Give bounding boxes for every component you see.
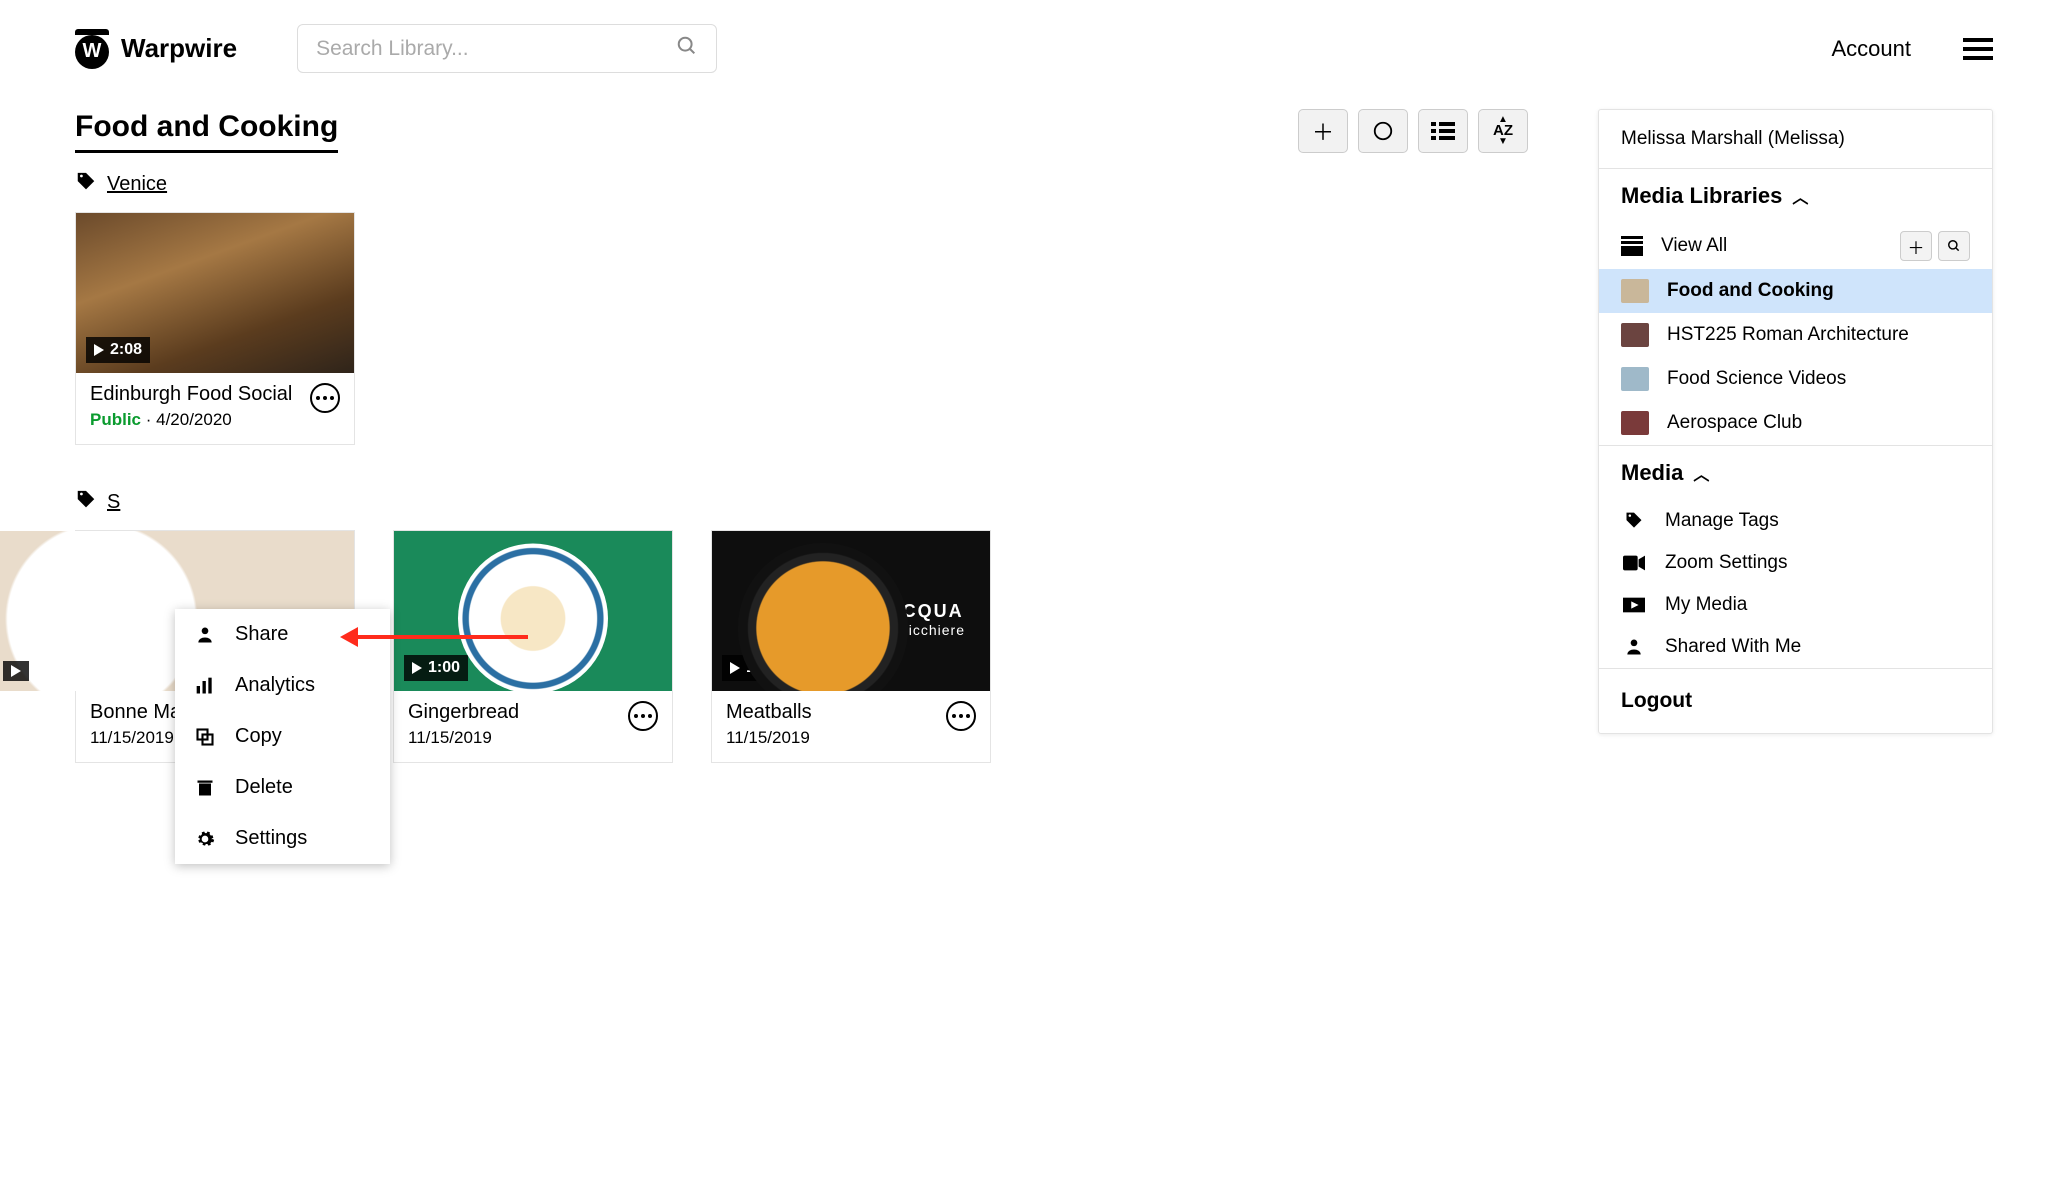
library-title[interactable]: Food and Cooking bbox=[75, 110, 338, 153]
brand-name: Warpwire bbox=[121, 33, 237, 64]
view-list-button[interactable] bbox=[1418, 109, 1468, 153]
menu-item-delete[interactable]: Delete bbox=[175, 762, 390, 813]
add-button[interactable]: ＋ bbox=[1298, 109, 1348, 153]
search-box[interactable] bbox=[297, 24, 717, 73]
media-item-my-media[interactable]: My Media bbox=[1599, 584, 1992, 626]
stack-icon bbox=[1621, 236, 1643, 256]
media-thumbnail[interactable]: ACQUA 1 bicchiere 1:00 bbox=[712, 531, 990, 691]
media-title: Edinburgh Food Social bbox=[90, 383, 292, 406]
play-icon bbox=[11, 665, 21, 677]
library-thumb bbox=[1621, 323, 1649, 347]
duration-badge: 1:00 bbox=[722, 655, 786, 681]
library-thumb bbox=[1621, 279, 1649, 303]
library-item-food-science[interactable]: Food Science Videos bbox=[1599, 357, 1992, 401]
annotation-arrow bbox=[340, 627, 528, 647]
library-toolbar: ＋ ▲ AZ ▼ bbox=[1298, 109, 1528, 153]
tag-venice[interactable]: Venice bbox=[107, 173, 167, 196]
app-header: W Warpwire Account bbox=[0, 0, 2048, 83]
account-panel: Melissa Marshall (Melissa) Media Librari… bbox=[1598, 109, 1993, 734]
thumb-overlay: ACQUA 1 bicchiere bbox=[886, 601, 965, 638]
media-item-zoom[interactable]: Zoom Settings bbox=[1599, 542, 1992, 584]
duration-badge bbox=[3, 661, 29, 681]
logo-icon: W bbox=[75, 29, 109, 69]
media-meta: Public · 4/20/2020 bbox=[90, 410, 292, 430]
analytics-icon bbox=[193, 676, 217, 696]
chevron-up-icon: ︿ bbox=[1693, 461, 1709, 485]
library-thumb bbox=[1621, 367, 1649, 391]
media-thumbnail[interactable]: 1:00 bbox=[394, 531, 672, 691]
media-card[interactable]: ACQUA 1 bicchiere 1:00 Meatballs 11/15/2… bbox=[711, 530, 991, 763]
tag-row: Venice bbox=[75, 171, 1528, 198]
duration-badge: 1:00 bbox=[404, 655, 468, 681]
media-header[interactable]: Media ︿ bbox=[1599, 446, 1992, 500]
tag-icon bbox=[75, 489, 97, 516]
media-item-manage-tags[interactable]: Manage Tags bbox=[1599, 500, 1992, 542]
current-user: Melissa Marshall (Melissa) bbox=[1599, 110, 1992, 168]
play-icon bbox=[730, 662, 740, 674]
view-all-link[interactable]: View All bbox=[1661, 235, 1727, 257]
tag-row: S bbox=[75, 489, 1528, 516]
record-button[interactable] bbox=[1358, 109, 1408, 153]
more-button[interactable] bbox=[628, 701, 658, 731]
media-item-shared[interactable]: Shared With Me bbox=[1599, 626, 1992, 668]
play-icon bbox=[1621, 597, 1647, 613]
media-title: Gingerbread bbox=[408, 701, 519, 724]
add-library-button[interactable]: ＋ bbox=[1900, 231, 1932, 261]
gear-icon bbox=[193, 829, 217, 849]
more-button[interactable] bbox=[946, 701, 976, 731]
media-card[interactable]: 2:08 Edinburgh Food Social Public · 4/20… bbox=[75, 212, 355, 445]
tag-partial[interactable]: S bbox=[107, 491, 120, 514]
tag-icon bbox=[75, 171, 97, 198]
search-icon[interactable] bbox=[676, 35, 698, 62]
library-item-hst225[interactable]: HST225 Roman Architecture bbox=[1599, 313, 1992, 357]
libraries-header[interactable]: Media Libraries ︿ bbox=[1599, 169, 1992, 223]
play-icon bbox=[412, 662, 422, 674]
menu-item-analytics[interactable]: Analytics bbox=[175, 660, 390, 711]
library-item-food-cooking[interactable]: Food and Cooking bbox=[1599, 269, 1992, 313]
duration-badge: 2:08 bbox=[86, 337, 150, 363]
media-title: Meatballs bbox=[726, 701, 812, 724]
person-icon bbox=[193, 625, 217, 645]
copy-icon bbox=[193, 727, 217, 747]
search-input[interactable] bbox=[316, 37, 646, 61]
logout-link[interactable]: Logout bbox=[1599, 669, 1992, 733]
more-button[interactable] bbox=[310, 383, 340, 413]
library-thumb bbox=[1621, 411, 1649, 435]
account-link[interactable]: Account bbox=[1832, 36, 1912, 62]
media-date: 11/15/2019 bbox=[726, 728, 812, 748]
sort-button[interactable]: ▲ AZ ▼ bbox=[1478, 109, 1528, 153]
menu-item-settings[interactable]: Settings bbox=[175, 813, 390, 864]
menu-icon[interactable] bbox=[1963, 38, 1993, 60]
context-menu: Share Analytics Copy Delete bbox=[175, 609, 390, 864]
search-libraries-button[interactable] bbox=[1938, 231, 1970, 261]
chevron-up-icon: ︿ bbox=[1792, 184, 1808, 208]
play-icon bbox=[94, 344, 104, 356]
media-date: 11/15/2019 bbox=[408, 728, 519, 748]
trash-icon bbox=[193, 778, 217, 798]
brand-lockup: W Warpwire bbox=[75, 29, 237, 69]
tag-icon bbox=[1621, 511, 1647, 531]
person-icon bbox=[1621, 637, 1647, 657]
library-item-aerospace[interactable]: Aerospace Club bbox=[1599, 401, 1992, 445]
video-icon bbox=[1621, 555, 1647, 571]
media-thumbnail[interactable]: 2:08 bbox=[76, 213, 354, 373]
menu-item-copy[interactable]: Copy bbox=[175, 711, 390, 762]
